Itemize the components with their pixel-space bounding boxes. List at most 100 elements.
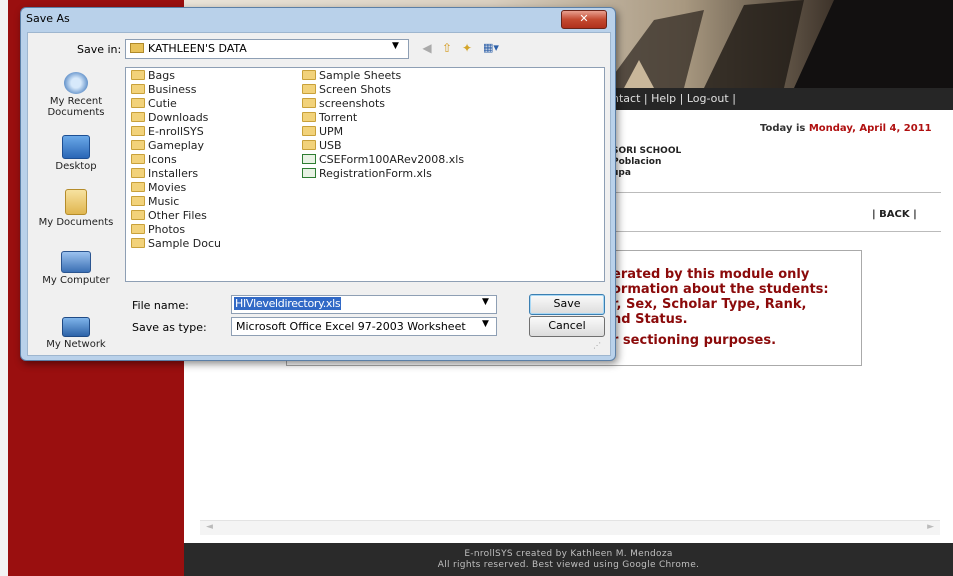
scroll-left-icon[interactable]: ◄ — [206, 522, 213, 532]
footer-credit: E-nrollSYS created by Kathleen M. Mendoz… — [464, 549, 673, 559]
place-my-computer[interactable]: My Computer — [32, 251, 120, 286]
folder-item[interactable]: Other Files — [131, 209, 207, 223]
folder-name: Other Files — [148, 209, 207, 222]
folder-icon — [131, 98, 145, 108]
folder-item[interactable]: Business — [131, 83, 197, 97]
close-button[interactable]: ✕ — [561, 10, 607, 29]
file-item[interactable]: CSEForm100ARev2008.xls — [302, 153, 464, 167]
folder-name: Photos — [148, 223, 186, 236]
recent-documents-icon — [64, 72, 88, 94]
nav-links[interactable]: ntact | Help | Log-out | — [612, 92, 736, 105]
save-as-dialog: Save As ✕ Save in: KATHLEEN'S DATA ▼ ◀ ⇧… — [20, 7, 616, 361]
folder-icon — [131, 196, 145, 206]
save-in-dropdown[interactable]: KATHLEEN'S DATA ▼ — [125, 39, 409, 59]
file-list[interactable]: Bags Business Cutie Downloads E-nrollSYS… — [125, 67, 605, 282]
folder-name: screenshots — [319, 97, 386, 110]
folder-item[interactable]: Screen Shots — [302, 83, 391, 97]
folder-item[interactable]: Movies — [131, 181, 186, 195]
folder-item[interactable]: Installers — [131, 167, 198, 181]
folder-name: UPM — [319, 125, 344, 138]
date-display: Today is Monday, April 4, 2011 — [760, 123, 932, 134]
folder-icon — [302, 112, 316, 122]
place-label: My Network — [46, 339, 106, 350]
back-link[interactable]: | BACK | — [872, 209, 917, 220]
place-label: My Computer — [42, 275, 110, 286]
file-name-value: HIVleveldirectory.xls — [234, 297, 342, 310]
folder-icon — [130, 43, 144, 53]
folder-item[interactable]: Photos — [131, 223, 185, 237]
cancel-button[interactable]: Cancel — [529, 316, 605, 337]
folder-icon — [131, 168, 145, 178]
file-name-label: File name: — [132, 299, 189, 312]
folder-icon — [302, 98, 316, 108]
folder-icon — [131, 182, 145, 192]
folder-icon — [302, 126, 316, 136]
info-line: ormation about the students: — [612, 282, 829, 297]
info-text: erated by this module only ormation abou… — [612, 267, 829, 327]
horizontal-scrollbar[interactable]: ◄ ► — [200, 520, 940, 535]
folder-item[interactable]: Sample Sheets — [302, 69, 401, 83]
desktop-icon — [62, 135, 90, 159]
place-label: My Documents — [38, 217, 114, 228]
folder-item[interactable]: Gameplay — [131, 139, 204, 153]
file-name-input[interactable]: HIVleveldirectory.xls ▼ — [231, 295, 497, 314]
info-line: nd Status. — [612, 312, 688, 327]
folder-item[interactable]: Music — [131, 195, 179, 209]
date-prefix: Today is — [760, 123, 809, 134]
info-line: r, Sex, Scholar Type, Rank, — [612, 297, 807, 312]
folder-item[interactable]: UPM — [302, 125, 343, 139]
folder-icon — [131, 154, 145, 164]
folder-item[interactable]: Torrent — [302, 111, 357, 125]
place-label: Desktop — [55, 161, 97, 172]
folder-icon — [131, 70, 145, 80]
folder-icon — [302, 70, 316, 80]
up-folder-icon[interactable]: ⇧ — [438, 40, 456, 56]
save-as-type-select[interactable]: Microsoft Office Excel 97-2003 Worksheet… — [231, 317, 497, 336]
chevron-down-icon[interactable]: ▼ — [482, 319, 489, 329]
folder-icon — [131, 238, 145, 248]
views-menu-icon[interactable]: ▦▾ — [478, 40, 504, 56]
place-desktop[interactable]: Desktop — [32, 135, 120, 172]
excel-file-icon — [302, 168, 316, 178]
save-as-type-label: Save as type: — [132, 321, 207, 334]
page-margin — [0, 0, 8, 576]
back-arrow-icon[interactable]: ◀ — [418, 40, 436, 56]
save-in-label: Save in: — [77, 43, 122, 56]
footer-rights: All rights reserved. Best viewed using G… — [437, 560, 700, 570]
place-my-documents[interactable]: My Documents — [32, 189, 120, 228]
school-line: SORI SCHOOL — [612, 146, 682, 156]
folder-name: Sample Docu — [148, 237, 221, 250]
folder-item[interactable]: Cutie — [131, 97, 177, 111]
folder-name: Business — [148, 83, 197, 96]
save-in-value: KATHLEEN'S DATA — [148, 42, 247, 55]
folder-name: Bags — [148, 69, 176, 82]
folder-icon — [302, 84, 316, 94]
chevron-down-icon[interactable]: ▼ — [482, 297, 489, 307]
file-name: CSEForm100ARev2008.xls — [319, 153, 465, 166]
scroll-right-icon[interactable]: ► — [927, 522, 934, 532]
folder-item[interactable]: Sample Docu — [131, 237, 221, 251]
folder-icon — [131, 224, 145, 234]
place-recent-documents[interactable]: My Recent Documents — [32, 72, 120, 118]
place-my-network[interactable]: My Network — [32, 317, 120, 350]
folder-name: Torrent — [319, 111, 358, 124]
folder-item[interactable]: screenshots — [302, 97, 385, 111]
network-icon — [62, 317, 90, 337]
folder-item[interactable]: USB — [302, 139, 342, 153]
chevron-down-icon[interactable]: ▼ — [392, 41, 399, 51]
info-note: r sectioning purposes. — [612, 333, 777, 348]
folder-item[interactable]: Icons — [131, 153, 177, 167]
folder-name: Gameplay — [148, 139, 205, 152]
folder-item[interactable]: Downloads — [131, 111, 208, 125]
save-button[interactable]: Save — [529, 294, 605, 315]
page-footer: E-nrollSYS created by Kathleen M. Mendoz… — [184, 543, 953, 576]
folder-name: Downloads — [148, 111, 209, 124]
folder-item[interactable]: Bags — [131, 69, 175, 83]
folder-name: Cutie — [148, 97, 177, 110]
resize-grip-icon[interactable]: ⋰ — [593, 341, 601, 350]
new-folder-icon[interactable]: ✦ — [458, 40, 476, 56]
file-item[interactable]: RegistrationForm.xls — [302, 167, 432, 181]
folder-item[interactable]: E-nrollSYS — [131, 125, 204, 139]
folder-name: Movies — [148, 181, 187, 194]
dialog-title: Save As — [26, 12, 70, 25]
